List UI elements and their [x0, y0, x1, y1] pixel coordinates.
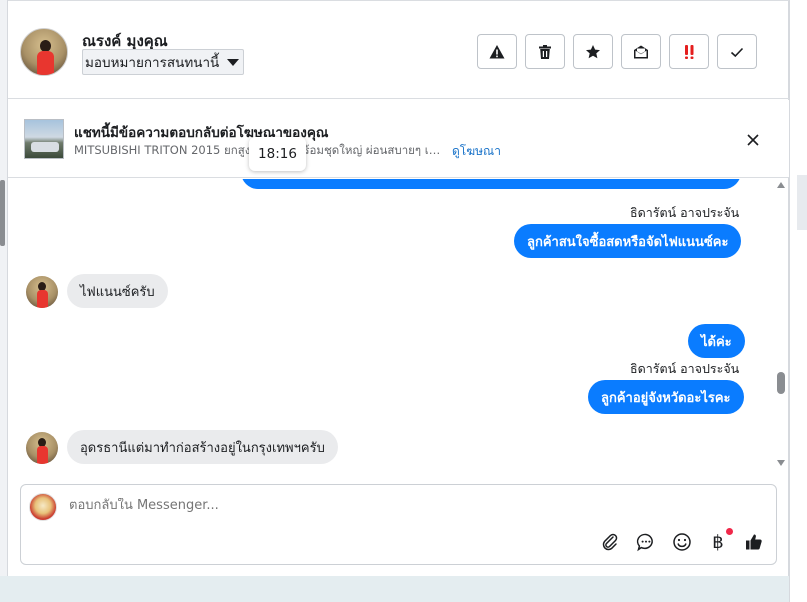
delete-button[interactable]: [525, 34, 565, 69]
emoji-button[interactable]: [671, 531, 693, 553]
mark-priority-button[interactable]: [669, 34, 709, 69]
bottom-edge: [0, 576, 789, 602]
attach-button[interactable]: [599, 531, 621, 553]
view-ad-link[interactable]: ดูโฆษณา: [452, 142, 501, 161]
page-avatar: [29, 493, 57, 521]
baht-icon: ฿: [712, 531, 724, 553]
envelope-open-icon: [634, 45, 648, 58]
smiley-icon: [673, 533, 691, 551]
warning-icon: [489, 44, 505, 58]
message-bubble[interactable]: ลูกค้าสนใจซื้อสดหรือจัดไฟแนนซ์คะ: [514, 224, 742, 258]
conversation-actions: [477, 34, 757, 69]
reply-input[interactable]: [69, 498, 669, 513]
close-icon: [747, 134, 759, 146]
message-bubble[interactable]: ได้ค่ะ: [688, 324, 745, 358]
like-button[interactable]: [743, 531, 765, 553]
chat-bubble-icon: [636, 533, 653, 552]
mark-unread-button[interactable]: [621, 34, 661, 69]
ad-reply-banner: แชทนี้มีข้อความตอบกลับต่อโฆษณาของคุณ MIT…: [8, 100, 789, 178]
ad-thumbnail[interactable]: [24, 119, 64, 159]
message-sender: ธิดารัตน์ อาจประจัน: [630, 205, 740, 220]
scrollbar-thumb[interactable]: [777, 372, 785, 394]
message-sender: ธิดารัตน์ อาจประจัน: [630, 361, 740, 376]
left-panel-edge: [0, 0, 8, 602]
right-panel-edge: [789, 0, 807, 602]
composer-toolbar: ฿: [599, 528, 765, 553]
double-exclamation-icon: [685, 44, 694, 59]
conversation-header: ณรงค์ มุงคุณ มอบหมายการสนทนานี้: [8, 0, 789, 99]
notification-dot: [726, 528, 733, 535]
chevron-down-icon: [227, 58, 240, 66]
conversation-panel: ณรงค์ มุงคุณ มอบหมายการสนทนานี้ แชทนี้มี…: [8, 0, 789, 576]
star-button[interactable]: [573, 34, 613, 69]
paperclip-icon: [602, 533, 618, 551]
scroll-down-icon[interactable]: [777, 460, 785, 466]
saved-replies-button[interactable]: [635, 531, 657, 553]
message-bubble[interactable]: ไฟแนนซ์ครับ: [67, 274, 168, 308]
mark-done-button[interactable]: [717, 34, 757, 69]
scroll-up-icon[interactable]: [777, 182, 785, 188]
message-bubble[interactable]: ลูกค้าอยู่จังหวัดอะไรคะ: [588, 380, 744, 414]
left-scrollbar-thumb[interactable]: [0, 180, 5, 246]
contact-avatar[interactable]: [20, 28, 68, 76]
thread-scrollbar[interactable]: [774, 179, 789, 469]
message-thread: ธิดารัตน์ อาจประจัน ลูกค้าสนใจซื้อสดหรือ…: [8, 179, 774, 469]
check-icon: [730, 47, 744, 57]
payment-button[interactable]: ฿: [707, 528, 733, 553]
thumbs-up-icon: [746, 534, 762, 550]
assign-conversation-dropdown[interactable]: มอบหมายการสนทนานี้: [82, 49, 245, 75]
message-bubble-partial: [241, 179, 741, 189]
trash-icon: [539, 44, 551, 59]
mark-spam-button[interactable]: [477, 34, 517, 69]
contact-avatar-small[interactable]: [26, 432, 58, 464]
contact-avatar-small[interactable]: [26, 276, 58, 308]
assign-conversation-label: มอบหมายการสนทนานี้: [85, 55, 220, 71]
star-icon: [586, 44, 600, 58]
close-banner-button[interactable]: [742, 129, 764, 151]
message-composer: ฿: [20, 484, 777, 565]
message-bubble[interactable]: อุดรธานีแต่มาทำก่อสร้างอยู่ในกรุงเทพฯครั…: [67, 430, 338, 464]
timestamp-tooltip: 18:16: [249, 137, 306, 171]
